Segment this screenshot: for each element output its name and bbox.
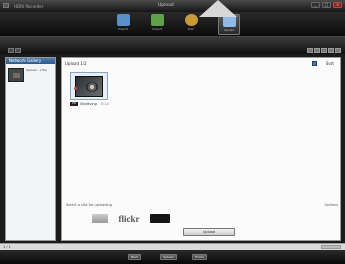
view-buttons: [307, 48, 341, 53]
app-name: HDRI Recorder: [14, 4, 44, 9]
app-menu-icon[interactable]: [3, 3, 9, 8]
mode-button-import-video[interactable]: Import: [112, 14, 134, 35]
forward-icon[interactable]: [15, 48, 21, 53]
upload-button[interactable]: Upload: [183, 228, 235, 236]
mode-button-import-photo[interactable]: Import: [146, 14, 168, 35]
left-panel-item-label: Upload · 1 file: [26, 68, 47, 72]
site-option-1[interactable]: [92, 214, 108, 223]
window-controls: _ □ ×: [311, 2, 342, 8]
nav-buttons: [8, 48, 21, 53]
mode-label: Import: [118, 27, 128, 31]
pointer-arrow-icon: [199, 0, 237, 17]
title-bar: HDRI Recorder Upload _ □ ×: [0, 0, 345, 12]
help-icon[interactable]: [335, 48, 341, 53]
window-title: Upload: [158, 3, 174, 8]
site-list: flickr: [92, 214, 194, 224]
left-panel: Network Gallery Upload · 1 file: [5, 57, 56, 241]
site-option-3[interactable]: [150, 214, 170, 223]
zoom-slider[interactable]: [321, 245, 341, 249]
bottom-upload-button[interactable]: Upload: [160, 254, 177, 260]
main-panel: Upload 1/2 Sort HD Skydiving 0:14 Select…: [61, 57, 341, 241]
upload-prompt: Select a site for uploading: [66, 203, 112, 207]
site-option-4[interactable]: [178, 214, 194, 223]
upload-site-area: Select a site for uploading Options flic…: [62, 203, 342, 242]
mode-label: Upload: [223, 28, 235, 32]
home-button[interactable]: Home: [192, 254, 207, 260]
main-title: Upload 1/2: [65, 61, 87, 66]
back-button[interactable]: Back: [128, 254, 142, 260]
video-duration: 0:14: [100, 102, 109, 106]
mode-button-disc[interactable]: Disc: [180, 14, 202, 35]
mode-label: Import: [152, 27, 162, 31]
camera-icon: [150, 14, 164, 26]
mode-toolbar: Import Import Disc Upload: [0, 12, 345, 36]
view-grid-icon[interactable]: [307, 48, 313, 53]
video-card[interactable]: [70, 72, 108, 100]
back-icon[interactable]: [8, 48, 14, 53]
camera-lens-image: [86, 82, 98, 92]
zoom-icon[interactable]: [321, 48, 327, 53]
status-text: 1 / 1: [3, 245, 11, 249]
status-bar: 1 / 1: [0, 243, 345, 250]
left-panel-item[interactable]: Upload · 1 file: [8, 68, 55, 82]
thumbnail: [8, 68, 24, 82]
mode-button-upload[interactable]: Upload: [218, 14, 240, 35]
film-icon: [116, 14, 130, 26]
sort-icon[interactable]: [312, 61, 317, 66]
video-name: Skydiving: [80, 102, 97, 106]
view-list-icon[interactable]: [314, 48, 320, 53]
upload-options-link[interactable]: Options: [324, 203, 338, 207]
site-option-flickr[interactable]: flickr: [116, 214, 142, 224]
record-dot-icon: [74, 87, 77, 90]
bottom-bar: Back Upload Home: [0, 250, 345, 264]
maximize-button[interactable]: □: [322, 2, 331, 8]
minimize-button[interactable]: _: [311, 2, 320, 8]
video-thumbnail: [75, 76, 103, 97]
sub-toolbar: [0, 36, 345, 54]
video-card-label: HD Skydiving 0:14: [70, 102, 109, 106]
sort-label[interactable]: Sort: [326, 61, 334, 66]
settings-icon[interactable]: [328, 48, 334, 53]
hd-badge-icon: HD: [70, 102, 78, 106]
mode-label: Disc: [187, 27, 195, 31]
disc-icon: [184, 14, 198, 26]
close-button[interactable]: ×: [333, 2, 342, 8]
left-panel-header: Network Gallery: [6, 58, 55, 64]
